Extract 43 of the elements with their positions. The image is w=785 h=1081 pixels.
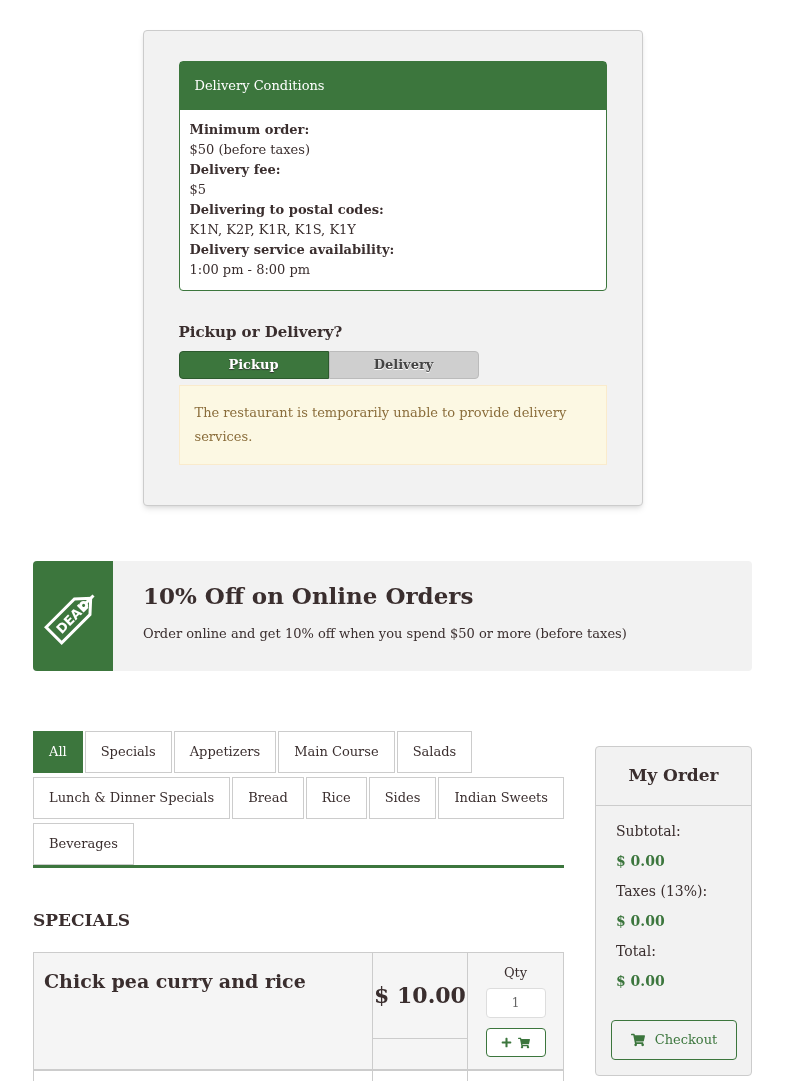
total-label: Total: [616, 942, 657, 961]
section-title: SPECIALS [33, 909, 131, 932]
promo-title: 10% Off on Online Orders [143, 581, 475, 611]
promo-text: Order online and get 10% off when you spend $50 or more (before taxes) [143, 624, 627, 643]
cart-icon [518, 1036, 530, 1049]
panel-title: Delivery Conditions [179, 62, 606, 110]
category-tab[interactable]: Beverages [33, 823, 134, 865]
category-tab[interactable]: Sides [368, 777, 437, 819]
condition-label: Delivery fee: [189, 160, 282, 179]
category-tab[interactable]: Indian Sweets [438, 777, 564, 819]
category-tab[interactable]: Rice [305, 777, 367, 819]
category-tab[interactable]: Appetizers [173, 731, 277, 773]
plus-icon [501, 1037, 512, 1048]
order-type-toggle[interactable]: Pickup [178, 351, 329, 379]
qty-label: Qty [503, 963, 528, 982]
condition-value: 1:00 pm - 8:00 pm [189, 260, 312, 279]
condition-label: Delivery service availability: [189, 240, 396, 259]
category-tab[interactable]: Main Course [278, 731, 395, 773]
total-label: Taxes (13%): [616, 882, 709, 901]
my-order-title: My Order [596, 747, 751, 806]
total-label: Subtotal: [616, 822, 682, 841]
item-price: $ 10.00 [374, 980, 466, 1010]
add-to-cart-button[interactable] [485, 1028, 546, 1057]
condition-value: $50 (before taxes) [189, 140, 311, 159]
total-amount: $ 0.00 [616, 852, 666, 871]
condition-value: K1N, K2P, K1R, K1S, K1Y [189, 220, 357, 239]
delivery-notice: The restaurant is temporarily unable to provide delivery services. [178, 385, 607, 465]
condition-label: Minimum order: [189, 120, 311, 139]
checkout-button[interactable]: Checkout [611, 1020, 737, 1060]
total-amount: $ 0.00 [616, 972, 666, 991]
condition-label: Delivering to postal codes: [189, 200, 385, 219]
category-tab[interactable]: Salads [396, 731, 473, 773]
cart-icon [630, 1033, 645, 1047]
category-tab[interactable]: Specials [84, 731, 172, 773]
item-name: Chick pea curry and rice [44, 968, 307, 994]
category-tab[interactable]: All [33, 731, 83, 773]
condition-value: $5 [189, 180, 208, 199]
order-type-toggle[interactable]: Delivery [328, 351, 479, 379]
question-label: Pickup or Delivery? [178, 321, 344, 343]
category-tab[interactable]: Bread [232, 777, 304, 819]
qty-input[interactable]: 1 [485, 988, 546, 1018]
category-tab[interactable]: Lunch & Dinner Specials [33, 777, 231, 819]
total-amount: $ 0.00 [616, 912, 666, 931]
